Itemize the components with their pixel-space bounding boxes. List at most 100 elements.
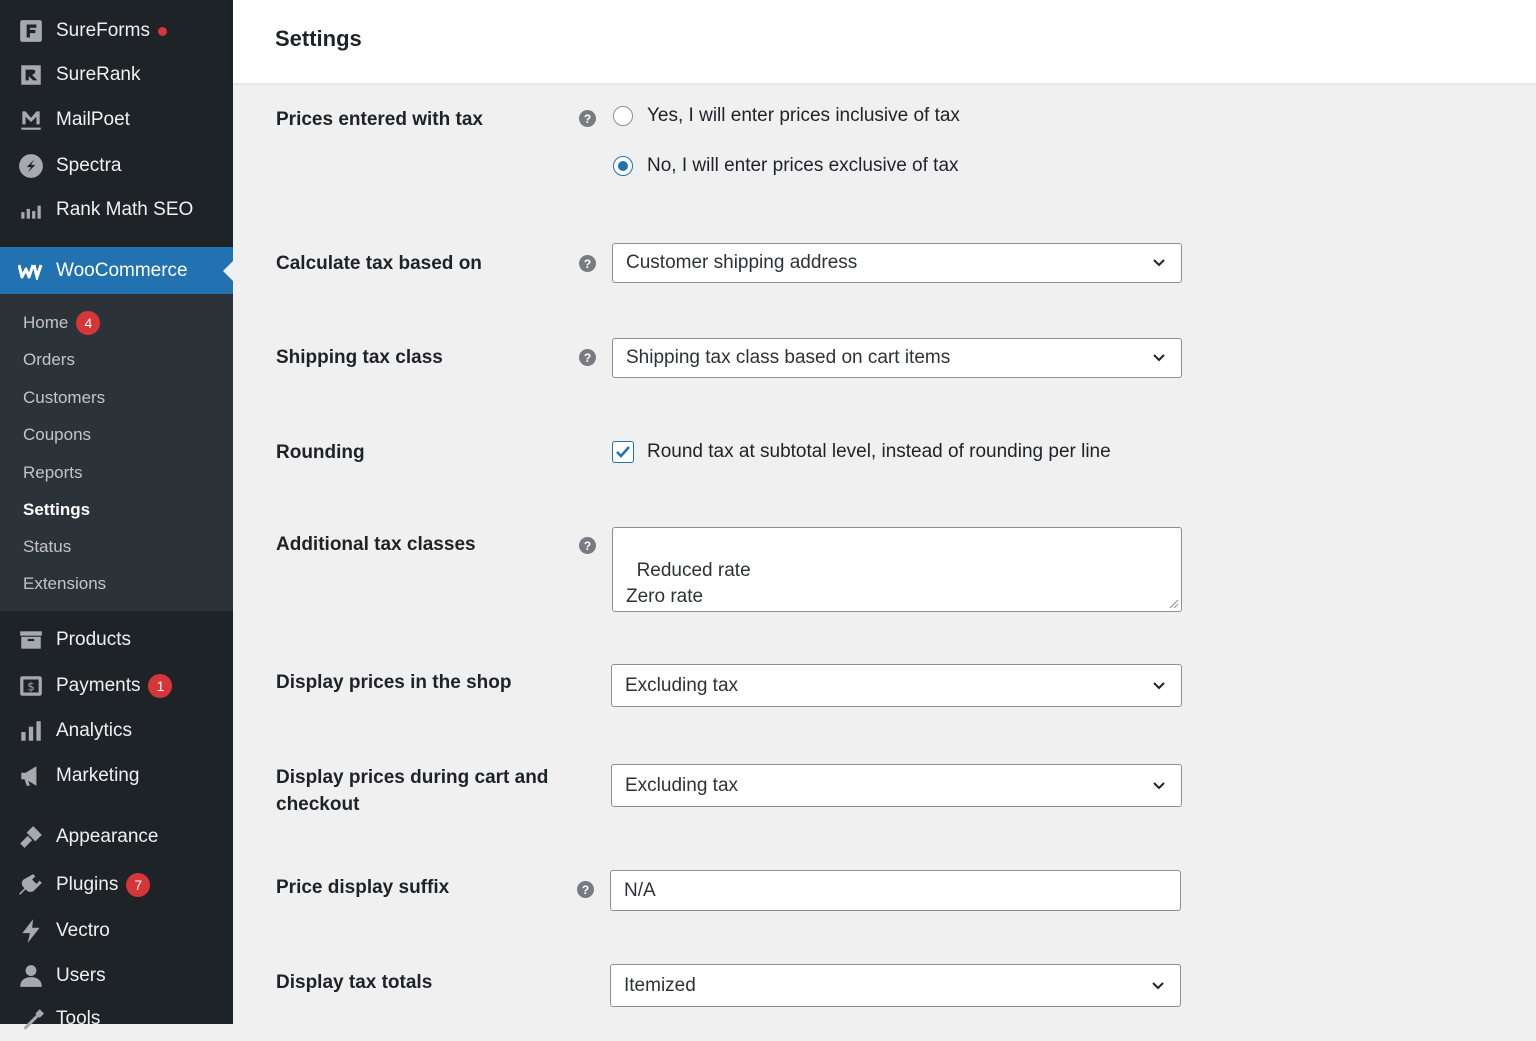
vectro-icon	[17, 917, 45, 945]
submenu-label: Customers	[23, 388, 106, 407]
menu-label: SureForms	[56, 20, 150, 41]
menu-sureforms[interactable]: SureForms	[0, 9, 233, 53]
display-prices-cart-label: Display prices during cart and checkout	[276, 764, 548, 818]
tools-icon	[17, 1005, 45, 1033]
plugins-badge: 7	[126, 873, 151, 897]
page-header: Settings	[233, 0, 1536, 83]
radio-label: Yes, I will enter prices inclusive of ta…	[647, 105, 960, 126]
display-tax-totals-select[interactable]: Itemized	[610, 964, 1181, 1007]
analytics-icon	[17, 717, 45, 745]
submenu-settings[interactable]: Settings	[23, 495, 90, 525]
display-prices-shop-label: Display prices in the shop	[276, 672, 512, 693]
display-tax-totals-label: Display tax totals	[276, 972, 433, 993]
input-value: N/A	[624, 879, 656, 901]
menu-appearance[interactable]: Appearance	[0, 815, 233, 859]
submenu-label: Status	[23, 537, 72, 556]
select-value: Customer shipping address	[626, 252, 858, 273]
woocommerce-icon	[17, 257, 45, 285]
help-icon[interactable]: ?	[577, 881, 594, 898]
display-prices-cart-select[interactable]: Excluding tax	[611, 764, 1182, 807]
select-value: Excluding tax	[625, 774, 739, 796]
menu-label: SureRank	[56, 64, 141, 85]
submenu-orders[interactable]: Orders	[23, 345, 75, 375]
price-display-suffix-input[interactable]: N/A	[610, 870, 1181, 911]
shipping-tax-class-select[interactable]: Shipping tax class based on cart items	[612, 338, 1182, 378]
menu-users[interactable]: Users	[0, 954, 233, 998]
select-value: Shipping tax class based on cart items	[626, 347, 951, 368]
submenu-label: Reports	[23, 463, 83, 482]
surerank-icon	[17, 61, 45, 89]
mailpoet-icon	[17, 106, 45, 134]
marketing-icon	[17, 762, 45, 790]
additional-tax-classes-textarea[interactable]: Reduced rate Zero rate	[612, 527, 1182, 612]
home-badge: 4	[76, 311, 101, 335]
menu-mailpoet[interactable]: MailPoet	[0, 98, 233, 142]
menu-tools[interactable]: Tools	[0, 997, 233, 1041]
menu-products[interactable]: Products	[0, 618, 233, 662]
chevron-down-icon	[1153, 782, 1165, 790]
chevron-down-icon	[1152, 982, 1164, 990]
users-icon	[17, 962, 45, 990]
rounding-checkbox[interactable]	[612, 441, 634, 463]
menu-label: Tools	[56, 1008, 101, 1029]
label-line: checkout	[276, 794, 360, 815]
page-title: Settings	[275, 26, 362, 51]
submenu-customers[interactable]: Customers	[23, 383, 105, 413]
menu-label: Plugins	[56, 874, 119, 895]
products-icon	[17, 626, 45, 654]
menu-label: Payments	[56, 675, 141, 696]
help-icon[interactable]: ?	[579, 255, 596, 272]
display-prices-shop-select[interactable]: Excluding tax	[611, 664, 1182, 707]
resize-handle-icon[interactable]	[1167, 597, 1179, 609]
payments-badge: 1	[148, 674, 173, 698]
spectra-icon	[17, 152, 45, 180]
submenu-label: Settings	[23, 500, 91, 519]
chevron-down-icon	[1153, 354, 1165, 362]
menu-payments[interactable]: $ Payments 1	[0, 664, 233, 708]
select-value: Excluding tax	[625, 674, 739, 696]
submenu-status[interactable]: Status	[23, 532, 71, 562]
rounding-checkbox-row[interactable]: Round tax at subtotal level, instead of …	[612, 441, 1111, 463]
menu-marketing[interactable]: Marketing	[0, 754, 233, 798]
radio-button-selected[interactable]	[613, 156, 633, 176]
price-display-suffix-label: Price display suffix	[276, 877, 450, 898]
submenu-label: Extensions	[23, 574, 107, 593]
chevron-down-icon	[1153, 259, 1165, 267]
menu-label: Analytics	[56, 720, 133, 741]
menu-surerank[interactable]: SureRank	[0, 53, 233, 97]
plugins-icon	[17, 871, 45, 899]
select-value: Itemized	[624, 974, 696, 996]
submenu-reports[interactable]: Reports	[23, 458, 83, 488]
submenu-label: Coupons	[23, 425, 92, 444]
menu-spectra[interactable]: Spectra	[0, 144, 233, 188]
help-icon[interactable]: ?	[579, 110, 596, 127]
menu-label: Products	[56, 629, 131, 650]
menu-vectro[interactable]: Vectro	[0, 909, 233, 953]
menu-plugins[interactable]: Plugins 7	[0, 863, 233, 907]
shipping-tax-class-label: Shipping tax class	[276, 347, 443, 368]
submenu-home[interactable]: Home 4	[23, 308, 101, 338]
menu-woocommerce[interactable]: WooCommerce	[0, 247, 233, 294]
prices-entered-with-tax-label: Prices entered with tax	[276, 109, 483, 130]
radio-prices-inclusive[interactable]: Yes, I will enter prices inclusive of ta…	[613, 105, 960, 127]
label-line: Display prices during cart and	[276, 767, 549, 788]
submenu-label: Home	[23, 313, 69, 332]
help-icon[interactable]: ?	[579, 537, 596, 554]
textarea-value: Reduced rate Zero rate	[626, 560, 751, 607]
calculate-tax-select[interactable]: Customer shipping address	[612, 243, 1182, 283]
notification-dot	[157, 26, 167, 36]
menu-label: Rank Math SEO	[56, 199, 194, 220]
svg-text:$: $	[27, 679, 35, 693]
checkmark-icon	[616, 446, 630, 458]
submenu-extensions[interactable]: Extensions	[23, 569, 106, 599]
menu-rank-math[interactable]: Rank Math SEO	[0, 188, 233, 232]
menu-label: Appearance	[56, 826, 159, 847]
menu-label: Users	[56, 965, 106, 986]
submenu-label: Orders	[23, 350, 75, 369]
submenu-coupons[interactable]: Coupons	[23, 420, 91, 450]
radio-button[interactable]	[613, 106, 633, 126]
help-icon[interactable]: ?	[579, 349, 596, 366]
radio-prices-exclusive[interactable]: No, I will enter prices exclusive of tax	[613, 155, 959, 177]
menu-analytics[interactable]: Analytics	[0, 709, 233, 753]
menu-label: Vectro	[56, 920, 110, 941]
